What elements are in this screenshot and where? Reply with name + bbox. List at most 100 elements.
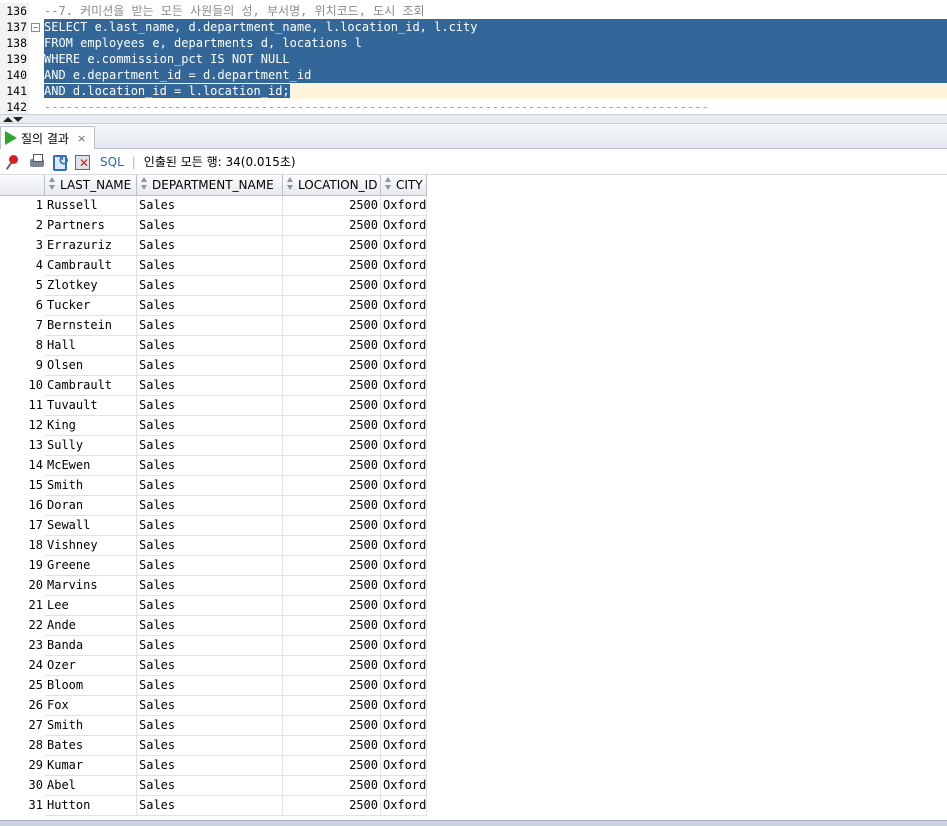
sort-icon[interactable] xyxy=(286,177,295,191)
table-row[interactable]: 7 Bernstein Sales 2500 Oxford xyxy=(0,316,947,336)
cell-location-id[interactable]: 2500 xyxy=(283,736,381,756)
cell-city[interactable]: Oxford xyxy=(381,536,427,556)
table-row[interactable]: 2 Partners Sales 2500 Oxford xyxy=(0,216,947,236)
cell-location-id[interactable]: 2500 xyxy=(283,796,381,816)
cell-location-id[interactable]: 2500 xyxy=(283,776,381,796)
cell-location-id[interactable]: 2500 xyxy=(283,536,381,556)
cell-department-name[interactable]: Sales xyxy=(137,756,283,776)
cell-location-id[interactable]: 2500 xyxy=(283,616,381,636)
column-header-last-name[interactable]: LAST_NAME xyxy=(45,175,137,196)
cell-location-id[interactable]: 2500 xyxy=(283,236,381,256)
cell-city[interactable]: Oxford xyxy=(381,416,427,436)
table-row[interactable]: 10 Cambrault Sales 2500 Oxford xyxy=(0,376,947,396)
cell-last-name[interactable]: Tucker xyxy=(45,296,137,316)
cell-department-name[interactable]: Sales xyxy=(137,636,283,656)
table-row[interactable]: 16 Doran Sales 2500 Oxford xyxy=(0,496,947,516)
cell-city[interactable]: Oxford xyxy=(381,556,427,576)
cell-city[interactable]: Oxford xyxy=(381,476,427,496)
cell-department-name[interactable]: Sales xyxy=(137,616,283,636)
cell-last-name[interactable]: Hall xyxy=(45,336,137,356)
editor-line[interactable]: 140 AND e.department_id = d.department_id xyxy=(0,67,947,83)
column-header-department-name[interactable]: DEPARTMENT_NAME xyxy=(137,175,283,196)
cell-location-id[interactable]: 2500 xyxy=(283,576,381,596)
cell-city[interactable]: Oxford xyxy=(381,396,427,416)
cell-location-id[interactable]: 2500 xyxy=(283,656,381,676)
cell-department-name[interactable]: Sales xyxy=(137,776,283,796)
cell-location-id[interactable]: 2500 xyxy=(283,216,381,236)
table-row[interactable]: 26 Fox Sales 2500 Oxford xyxy=(0,696,947,716)
sort-icon[interactable] xyxy=(140,177,149,191)
table-row[interactable]: 18 Vishney Sales 2500 Oxford xyxy=(0,536,947,556)
cell-department-name[interactable]: Sales xyxy=(137,696,283,716)
fold-toggle-icon[interactable]: − xyxy=(31,23,40,32)
cell-city[interactable]: Oxford xyxy=(381,636,427,656)
cell-location-id[interactable]: 2500 xyxy=(283,456,381,476)
cell-last-name[interactable]: Bloom xyxy=(45,676,137,696)
cell-location-id[interactable]: 2500 xyxy=(283,476,381,496)
cell-last-name[interactable]: Partners xyxy=(45,216,137,236)
table-row[interactable]: 1 Russell Sales 2500 Oxford xyxy=(0,196,947,216)
expand-down-icon[interactable] xyxy=(13,117,23,122)
cell-last-name[interactable]: Marvins xyxy=(45,576,137,596)
cell-last-name[interactable]: Abel xyxy=(45,776,137,796)
sort-icon[interactable] xyxy=(384,177,393,191)
table-row[interactable]: 22 Ande Sales 2500 Oxford xyxy=(0,616,947,636)
cell-last-name[interactable]: Tuvault xyxy=(45,396,137,416)
cell-department-name[interactable]: Sales xyxy=(137,556,283,576)
cell-department-name[interactable]: Sales xyxy=(137,456,283,476)
cell-last-name[interactable]: Olsen xyxy=(45,356,137,376)
cell-last-name[interactable]: Fox xyxy=(45,696,137,716)
editor-line[interactable]: 139 WHERE e.commission_pct IS NOT NULL xyxy=(0,51,947,67)
sql-button[interactable]: SQL xyxy=(100,155,124,169)
cell-last-name[interactable]: Cambrault xyxy=(45,256,137,276)
cell-location-id[interactable]: 2500 xyxy=(283,696,381,716)
cell-department-name[interactable]: Sales xyxy=(137,516,283,536)
pin-icon[interactable] xyxy=(5,153,23,171)
cell-city[interactable]: Oxford xyxy=(381,656,427,676)
cell-location-id[interactable]: 2500 xyxy=(283,556,381,576)
cell-location-id[interactable]: 2500 xyxy=(283,196,381,216)
cell-last-name[interactable]: Banda xyxy=(45,636,137,656)
cell-city[interactable]: Oxford xyxy=(381,336,427,356)
cell-last-name[interactable]: Smith xyxy=(45,476,137,496)
table-row[interactable]: 9 Olsen Sales 2500 Oxford xyxy=(0,356,947,376)
cell-location-id[interactable]: 2500 xyxy=(283,596,381,616)
cell-location-id[interactable]: 2500 xyxy=(283,396,381,416)
cell-location-id[interactable]: 2500 xyxy=(283,756,381,776)
table-row[interactable]: 23 Banda Sales 2500 Oxford xyxy=(0,636,947,656)
cell-department-name[interactable]: Sales xyxy=(137,296,283,316)
cell-department-name[interactable]: Sales xyxy=(137,276,283,296)
cell-last-name[interactable]: Hutton xyxy=(45,796,137,816)
cell-city[interactable]: Oxford xyxy=(381,216,427,236)
cell-last-name[interactable]: Bates xyxy=(45,736,137,756)
cell-department-name[interactable]: Sales xyxy=(137,716,283,736)
editor-line[interactable]: 142 -------------------------------------… xyxy=(0,99,947,114)
cancel-query-icon[interactable] xyxy=(74,153,92,171)
cell-last-name[interactable]: Russell xyxy=(45,196,137,216)
cell-city[interactable]: Oxford xyxy=(381,756,427,776)
cell-location-id[interactable]: 2500 xyxy=(283,356,381,376)
cell-city[interactable]: Oxford xyxy=(381,776,427,796)
cell-location-id[interactable]: 2500 xyxy=(283,436,381,456)
cell-location-id[interactable]: 2500 xyxy=(283,676,381,696)
cell-department-name[interactable]: Sales xyxy=(137,236,283,256)
cell-department-name[interactable]: Sales xyxy=(137,576,283,596)
cell-department-name[interactable]: Sales xyxy=(137,656,283,676)
table-row[interactable]: 6 Tucker Sales 2500 Oxford xyxy=(0,296,947,316)
cell-city[interactable]: Oxford xyxy=(381,576,427,596)
cell-location-id[interactable]: 2500 xyxy=(283,636,381,656)
cell-department-name[interactable]: Sales xyxy=(137,316,283,336)
cell-department-name[interactable]: Sales xyxy=(137,796,283,816)
cell-department-name[interactable]: Sales xyxy=(137,216,283,236)
table-row[interactable]: 30 Abel Sales 2500 Oxford xyxy=(0,776,947,796)
table-row[interactable]: 11 Tuvault Sales 2500 Oxford xyxy=(0,396,947,416)
cell-location-id[interactable]: 2500 xyxy=(283,256,381,276)
cell-city[interactable]: Oxford xyxy=(381,456,427,476)
cell-location-id[interactable]: 2500 xyxy=(283,316,381,336)
table-row[interactable]: 8 Hall Sales 2500 Oxford xyxy=(0,336,947,356)
print-icon[interactable] xyxy=(28,153,46,171)
table-row[interactable]: 27 Smith Sales 2500 Oxford xyxy=(0,716,947,736)
cell-location-id[interactable]: 2500 xyxy=(283,416,381,436)
cell-last-name[interactable]: Ande xyxy=(45,616,137,636)
cell-last-name[interactable]: Smith xyxy=(45,716,137,736)
